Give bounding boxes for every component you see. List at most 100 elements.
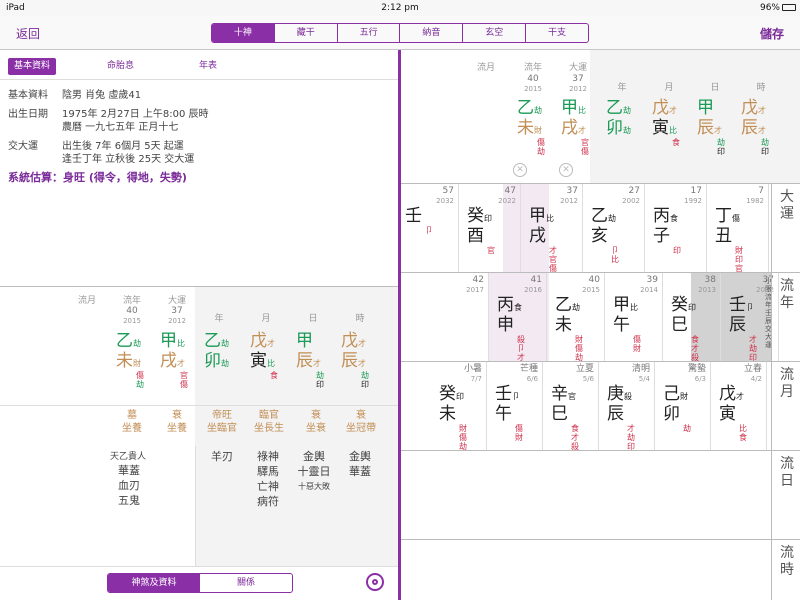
cycle-stem: 庚 — [607, 384, 624, 404]
cycle-number: 38 — [704, 275, 716, 285]
cycle-branch: 午 — [495, 404, 512, 424]
clock: 2:12 pm — [381, 3, 419, 13]
cycle-number: 40 — [588, 275, 600, 285]
shensha-area: 天乙貴人 華蓋 血刃 五鬼 羊刃 祿神 驛馬 亡神 病符 金輿 十靈日 十惡大敗 金輿 華蓋 — [0, 446, 398, 566]
gear-icon[interactable] — [366, 573, 384, 591]
tab-yearly-table[interactable]: 年表 — [193, 58, 223, 75]
cycle-column[interactable]: 驚蟄 6/3 己財卯劫 — [655, 362, 711, 450]
cycle-year: 2016 — [524, 286, 542, 294]
cycle-stem: 壬 — [729, 295, 746, 315]
cycle-branch: 酉 — [467, 226, 484, 246]
cycle-column[interactable]: 27 2002 乙劫亥卩 比 — [583, 184, 645, 272]
cycle-stem-god: 殺 — [624, 392, 632, 401]
pillar-flow-year: 乙劫 未財 傷 劫 — [116, 331, 144, 389]
tab-shensha-info[interactable]: 神煞及資料 — [108, 574, 200, 592]
cycle-column[interactable]: 17 1992 丙食子印 — [645, 184, 707, 272]
pillar-flow-year: 乙劫 未財 傷 劫 — [517, 98, 545, 156]
cycle-column[interactable]: 40 2015 乙劫未財 傷 劫 — [547, 273, 605, 362]
right-chart: 流月 流年 大運 年 月 日 時 40 2015 37 2012 乙劫 未財 傷… — [401, 50, 800, 184]
cycle-column[interactable]: 47 2022 癸印酉官 — [459, 184, 521, 272]
cycle-column[interactable]: 小暑 7/7 癸印未財 傷 劫 — [431, 362, 487, 451]
cycle-number: 7 — [758, 186, 764, 196]
info-value: 陰男 肖兔 虛歲41 — [62, 90, 142, 101]
nav-bar: 返回 十神 藏干 五行 納音 玄空 干支 儲存 — [0, 16, 800, 50]
cycle-stem-god: 劫 — [608, 214, 616, 223]
col-flow-month: 流月 — [77, 296, 96, 306]
cycle-stem: 己 — [663, 384, 680, 404]
segment-wuxing[interactable]: 五行 — [336, 24, 400, 42]
segment-xuankong[interactable]: 玄空 — [462, 24, 525, 42]
cycle-number: 37 — [566, 186, 578, 196]
pillar-hour: 戊才 辰才 劫 印 — [341, 331, 369, 389]
cycle-branch: 戌 — [529, 226, 546, 246]
cycle-gods: 食 才 殺 — [691, 335, 699, 362]
cycle-gods: 才 劫 印 — [627, 424, 635, 451]
tab-basic-info[interactable]: 基本資料 — [8, 58, 57, 75]
pillar-big-luck: 甲比 戌才 官 傷 — [561, 98, 589, 156]
day-cycles-row: 流日 — [401, 451, 800, 539]
cycle-stem-god: 劫 — [572, 303, 580, 312]
cycle-number: 驚蟄 — [687, 364, 706, 374]
close-icon[interactable]: ✕ — [513, 163, 527, 177]
cycle-branch: 寅 — [719, 404, 736, 424]
pillar-hour: 戊才 辰才 劫 印 — [741, 98, 769, 156]
view-segmented-control: 十神 藏干 五行 納音 玄空 干支 — [211, 23, 589, 43]
cycle-number: 41 — [530, 275, 542, 285]
cycle-year: 5/6 — [582, 375, 594, 383]
cycle-stem-god: 傷 — [732, 214, 740, 223]
cycle-gods: 卩 比 — [611, 246, 619, 264]
cycle-stem-god: 才 — [736, 392, 744, 401]
cycle-column[interactable]: 42 2017 — [431, 273, 489, 361]
cycle-column[interactable]: 37 2012 甲比戌才 官 傷 — [521, 184, 583, 273]
cycle-column[interactable]: 立夏 5/6 辛官巳食 才 殺 — [543, 362, 599, 451]
cycle-number: 小暑 — [463, 364, 482, 374]
cycle-stem-god: 卩 — [746, 303, 754, 312]
battery-label: 96% — [759, 3, 780, 13]
cycle-column[interactable]: 芒種 6/6 壬卩午傷 財 — [487, 362, 543, 450]
cycle-stem-god: 印 — [456, 392, 464, 401]
segment-ganzhi[interactable]: 干支 — [525, 24, 588, 42]
close-icon[interactable]: ✕ — [559, 163, 573, 177]
cycle-year: 2012 — [560, 197, 578, 205]
tab-mingtaixi[interactable]: 命胎息 — [101, 58, 140, 75]
back-button[interactable]: 返回 — [16, 25, 40, 42]
cycle-gods: 傷 財 — [633, 335, 641, 353]
cycle-column[interactable]: 39 2014 甲比午傷 財 — [605, 273, 663, 361]
cycle-column[interactable]: 57 2032 壬卩 — [397, 184, 459, 272]
cycle-branch: 巳 — [551, 404, 568, 424]
cycle-column[interactable]: 7 1982 丁傷丑財 印 官 — [707, 184, 769, 273]
cycle-year: 2013 — [698, 286, 716, 294]
cycle-column[interactable]: 38 2013 癸印巳食 才 殺 — [663, 273, 721, 362]
info-value: 農曆 一九七五年 正月十七 — [62, 122, 179, 133]
cycle-stem: 丙 — [497, 295, 514, 315]
cycle-branch: 亥 — [591, 226, 608, 246]
cycle-gods: 才 劫 印 — [749, 335, 757, 362]
cycle-gods: 劫 — [683, 424, 691, 433]
side-label-day: 流日 — [780, 456, 794, 489]
segment-shishen[interactable]: 十神 — [212, 24, 274, 42]
cycle-year: 4/2 — [750, 375, 762, 383]
cycle-column[interactable]: 清明 5/4 庚殺辰才 劫 印 — [599, 362, 655, 451]
side-label-month: 流月 — [780, 367, 794, 400]
cycle-column[interactable]: 41 2016 丙食申殺 卩 才 — [489, 273, 547, 362]
cycle-gods: 財 傷 劫 — [575, 335, 583, 362]
tab-relations[interactable]: 關係 — [200, 574, 292, 592]
cycle-year: 5/4 — [638, 375, 650, 383]
cycle-number: 47 — [504, 186, 516, 196]
segment-nayin[interactable]: 納音 — [399, 24, 462, 42]
cycle-gods: 殺 卩 才 — [517, 335, 525, 362]
save-button[interactable]: 儲存 — [760, 25, 784, 42]
cycle-column[interactable]: 立春 4/2 戊才寅比 食 — [711, 362, 767, 450]
cycle-gods: 官 — [487, 246, 495, 255]
cycle-year: 2032 — [436, 197, 454, 205]
cycle-branch: 未 — [439, 404, 456, 424]
cycle-gods: 印 — [673, 246, 681, 255]
cycle-number: 立夏 — [575, 364, 594, 374]
segment-canggan[interactable]: 藏干 — [273, 24, 337, 42]
cycle-branch: 卯 — [663, 404, 680, 424]
pillar-month: 戊才 寅比 食 — [250, 331, 278, 380]
col-year: 年 — [214, 314, 224, 324]
cycle-year: 2022 — [498, 197, 516, 205]
cycle-branch: 辰 — [729, 315, 746, 335]
cycle-stem-god: 比 — [546, 214, 554, 223]
